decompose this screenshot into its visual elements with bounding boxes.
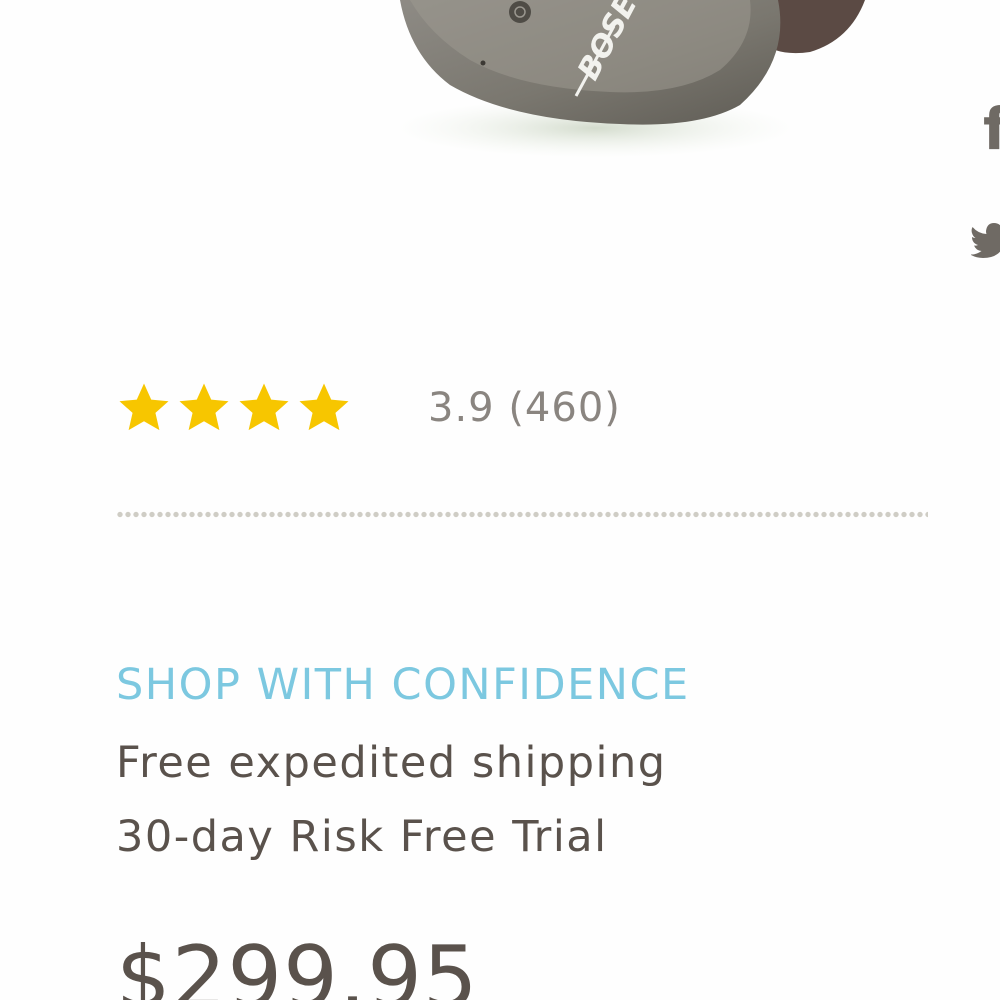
- star-icon: [239, 383, 289, 431]
- product-page: BOSE f 3.9 (460) SHOP WITH CONFIDENCE Fr…: [0, 0, 1000, 1000]
- star-icon: [299, 383, 349, 431]
- social-share: f: [965, 90, 1000, 290]
- product-price: $299.95: [116, 928, 479, 1000]
- rating-summary[interactable]: 3.9 (460): [428, 385, 621, 431]
- twitter-icon[interactable]: [971, 222, 1000, 258]
- star-icon: [119, 383, 169, 431]
- shop-with-confidence-heading: SHOP WITH CONFIDENCE: [116, 660, 690, 710]
- section-divider: [116, 511, 928, 518]
- product-rating[interactable]: 3.9 (460): [116, 376, 621, 440]
- facebook-icon[interactable]: f: [983, 100, 1000, 158]
- product-image[interactable]: BOSE: [380, 0, 900, 170]
- benefit-free-shipping: Free expedited shipping: [116, 738, 667, 788]
- benefit-risk-free-trial: 30-day Risk Free Trial: [116, 812, 608, 862]
- star-icon: [179, 383, 229, 431]
- rating-stars: [116, 380, 352, 436]
